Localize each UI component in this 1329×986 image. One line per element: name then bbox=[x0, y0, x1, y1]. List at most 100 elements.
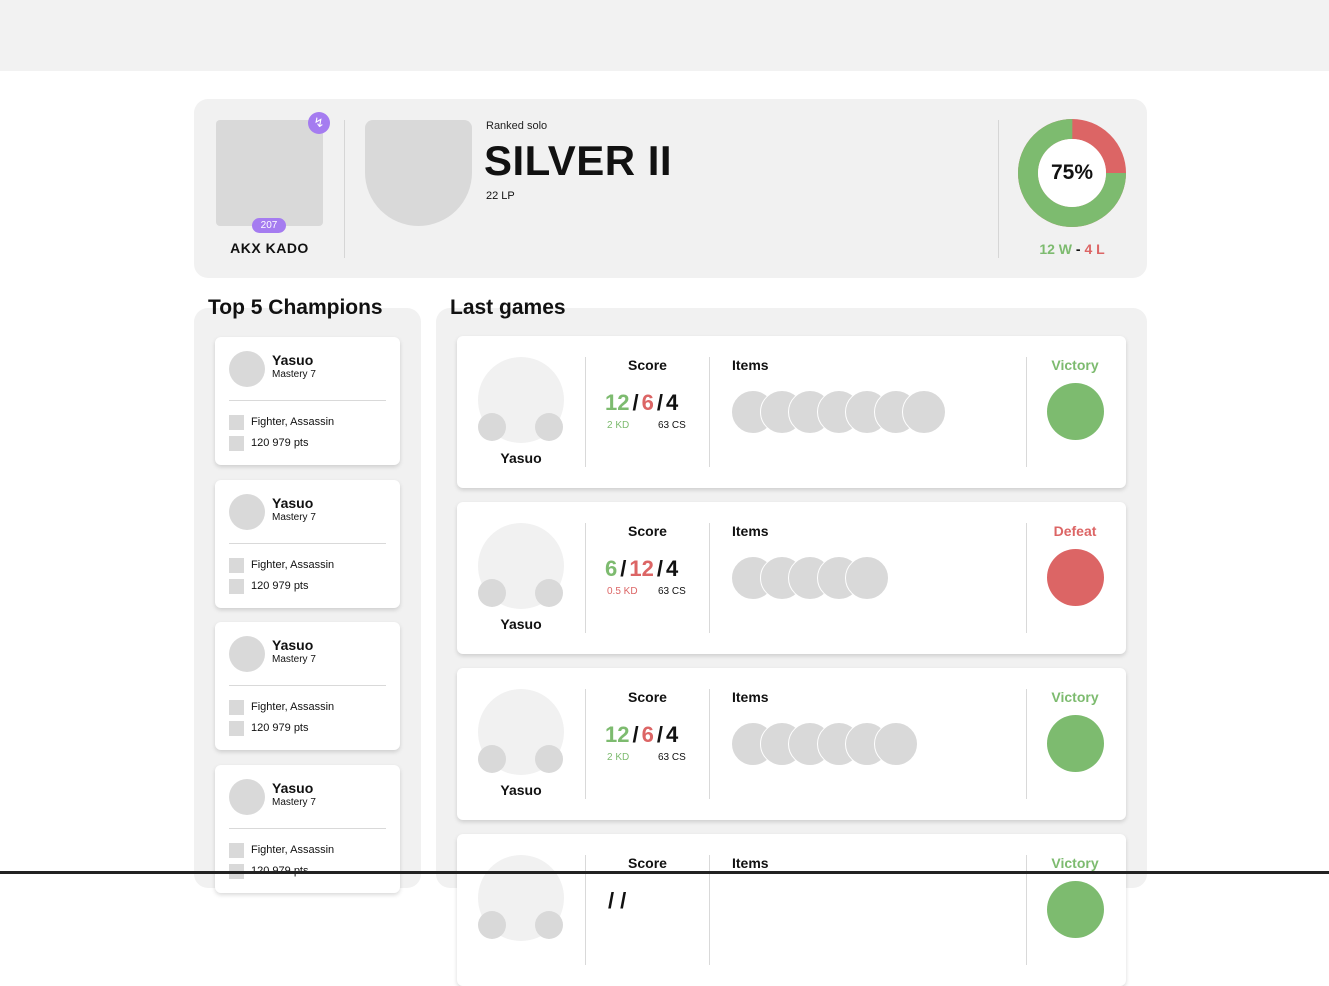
points-icon bbox=[229, 721, 244, 736]
champion-name: Yasuo bbox=[272, 779, 314, 796]
deaths: 6 bbox=[641, 390, 654, 415]
game-champion-name: Yasuo bbox=[500, 616, 542, 632]
champion-role: Fighter, Assassin bbox=[251, 701, 335, 713]
champion-role: Fighter, Assassin bbox=[251, 416, 335, 428]
game-card[interactable]: Yasuo Score 12/6/4 2 KD 63 CS Items Vict… bbox=[457, 668, 1126, 820]
score-label: Score bbox=[628, 523, 667, 539]
winrate-label: 75% bbox=[1050, 161, 1094, 184]
kills: 6 bbox=[605, 556, 618, 581]
role-icon bbox=[229, 700, 244, 715]
win-loss-record: 12 W - 4 L bbox=[994, 241, 1150, 257]
record-separator: - bbox=[1075, 241, 1081, 257]
creep-score: 63 CS bbox=[658, 752, 686, 763]
result-indicator bbox=[1047, 881, 1104, 938]
summoner-spell-icon bbox=[478, 413, 506, 441]
items-label: Items bbox=[732, 357, 769, 373]
summoner-spell-icon bbox=[535, 911, 563, 939]
game-card[interactable]: Score / / Items Victory bbox=[457, 834, 1126, 986]
champion-points: 120 979 pts bbox=[251, 579, 309, 592]
divider bbox=[585, 689, 586, 799]
champion-card[interactable]: Yasuo Mastery 7 Fighter, Assassin 120 97… bbox=[215, 479, 400, 608]
kda-separator: / bbox=[632, 390, 639, 415]
kda-separator: / bbox=[620, 556, 627, 581]
item-slot[interactable] bbox=[873, 722, 918, 766]
deaths: 6 bbox=[641, 722, 654, 747]
game-champion-name: Yasuo bbox=[500, 450, 542, 466]
summoner-spell-icon bbox=[478, 911, 506, 939]
item-slot[interactable] bbox=[845, 556, 889, 600]
role-icon bbox=[229, 415, 244, 430]
items-label: Items bbox=[732, 855, 769, 871]
divider bbox=[1026, 523, 1027, 633]
divider bbox=[998, 120, 999, 258]
champion-icon bbox=[229, 351, 265, 387]
kda-separator: / bbox=[656, 722, 663, 747]
champion-mastery: Mastery 7 bbox=[272, 369, 316, 380]
champion-icon bbox=[229, 778, 265, 815]
divider bbox=[229, 400, 386, 401]
game-result: Victory bbox=[1051, 689, 1099, 705]
champion-mastery: Mastery 7 bbox=[272, 796, 316, 808]
champion-icon bbox=[229, 636, 265, 672]
game-card[interactable]: Yasuo Score 12/6/4 2 KD 63 CS Items Vict… bbox=[457, 336, 1126, 488]
points-icon bbox=[229, 436, 244, 451]
creep-score: 63 CS bbox=[658, 586, 686, 597]
level-badge: 207 bbox=[252, 218, 286, 233]
kda-separator: / bbox=[656, 556, 663, 581]
queue-label: Ranked solo bbox=[486, 120, 548, 132]
result-indicator bbox=[1047, 383, 1104, 440]
kills: 12 bbox=[605, 390, 630, 415]
divider bbox=[709, 357, 710, 467]
champions-title: Top 5 Champions bbox=[208, 296, 383, 319]
divider bbox=[344, 120, 345, 258]
role-icon bbox=[229, 842, 244, 858]
assists: 4 bbox=[665, 390, 679, 415]
game-card[interactable]: Yasuo Score 6/12/4 0.5 KD 63 CS Items De… bbox=[457, 502, 1126, 654]
assists: 4 bbox=[665, 556, 679, 581]
summoner-name: AKX KADO bbox=[230, 240, 309, 256]
divider bbox=[585, 523, 586, 633]
rank-tier: SILVER II bbox=[484, 137, 673, 184]
score-label: Score bbox=[628, 689, 667, 705]
champion-name: Yasuo bbox=[272, 352, 314, 368]
role-icon bbox=[229, 557, 244, 573]
champion-card[interactable]: Yasuo Mastery 7 Fighter, Assassin 120 97… bbox=[215, 337, 400, 465]
champion-name: Yasuo bbox=[272, 637, 314, 653]
game-result: Victory bbox=[1051, 357, 1099, 373]
kda-separator: / bbox=[620, 888, 627, 913]
champion-points: 120 979 pts bbox=[251, 722, 309, 734]
kda-score: 6/12/4 bbox=[605, 556, 678, 582]
wins-count: 12 W bbox=[1039, 241, 1072, 257]
score-label: Score bbox=[628, 357, 667, 373]
deaths: 12 bbox=[629, 556, 654, 581]
rank-emblem bbox=[365, 120, 472, 226]
divider bbox=[229, 827, 386, 829]
lightning-icon: ↯ bbox=[308, 112, 330, 134]
kda-separator: / bbox=[632, 722, 639, 747]
losses-count: 4 L bbox=[1084, 241, 1105, 257]
avatar[interactable] bbox=[216, 120, 323, 226]
summoner-spell-icon bbox=[535, 579, 563, 607]
profile-card: ↯ 207 AKX KADO Ranked solo SILVER II 22 … bbox=[194, 99, 1147, 278]
summoner-spell-icon bbox=[478, 579, 506, 607]
items-label: Items bbox=[732, 689, 769, 705]
divider bbox=[229, 542, 386, 544]
champion-card[interactable]: Yasuo Mastery 7 Fighter, Assassin 120 97… bbox=[215, 622, 400, 750]
result-indicator bbox=[1047, 549, 1104, 606]
creep-score: 63 CS bbox=[658, 420, 686, 431]
champion-role: Fighter, Assassin bbox=[251, 843, 335, 856]
game-champion-name: Yasuo bbox=[500, 782, 542, 798]
top-bar bbox=[0, 0, 1329, 71]
divider bbox=[229, 685, 386, 686]
league-points: 22 LP bbox=[486, 190, 515, 202]
item-slot[interactable] bbox=[902, 390, 946, 434]
champion-name: Yasuo bbox=[272, 494, 314, 511]
kd-ratio: 2 KD bbox=[607, 420, 630, 431]
divider bbox=[585, 357, 586, 467]
game-result: Victory bbox=[1051, 855, 1099, 871]
points-icon bbox=[229, 578, 244, 594]
divider bbox=[709, 523, 710, 633]
summoner-spell-icon bbox=[535, 745, 563, 773]
items-label: Items bbox=[732, 523, 769, 539]
champion-mastery: Mastery 7 bbox=[272, 511, 316, 523]
